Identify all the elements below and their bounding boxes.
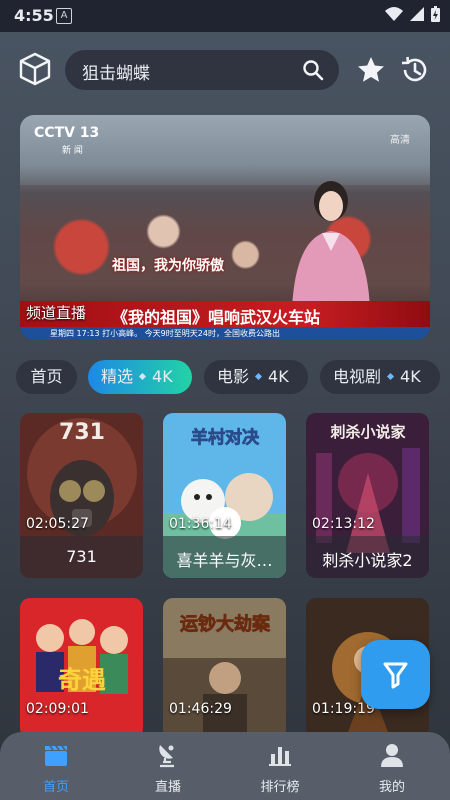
nav-label: 首页 — [42, 780, 69, 795]
poster-title-text: 羊村对决 — [191, 427, 260, 448]
search-bar[interactable]: 狙击蝴蝶 — [65, 50, 339, 90]
movie-card[interactable]: 羊村对决 01:36:14 喜羊羊与灰… — [163, 413, 286, 578]
person-icon — [381, 744, 403, 767]
nav-profile[interactable]: 我的 — [336, 732, 448, 800]
poster-image: 奇遇 — [20, 598, 143, 738]
duration-label: 01:36:14 — [169, 516, 232, 532]
tab-movies[interactable]: 电影 4K — [204, 360, 308, 394]
clapperboard-icon — [45, 745, 67, 766]
satellite-dish-icon — [159, 745, 174, 768]
status-bar: 4:55 A — [0, 0, 450, 32]
filter-icon — [383, 662, 408, 689]
status-time: 4:55 — [14, 6, 54, 25]
card-title: 731 — [66, 547, 97, 566]
history-icon[interactable] — [399, 54, 431, 86]
nav-label: 我的 — [378, 780, 405, 795]
duration-label: 02:05:27 — [26, 516, 89, 532]
tab-badge: 4K — [268, 367, 289, 386]
tab-featured[interactable]: 精选 4K — [88, 360, 192, 394]
movie-card[interactable]: 奇遇 02:09:01 — [20, 598, 143, 738]
filter-button[interactable] — [361, 640, 430, 709]
channel-logo: CCTV 13 — [34, 125, 100, 141]
tab-tv-series[interactable]: 电视剧 4K — [320, 360, 440, 394]
diamond-icon — [138, 372, 147, 381]
star-icon[interactable] — [356, 55, 386, 85]
nav-home[interactable]: 首页 — [0, 732, 112, 800]
category-tabs: 首页 精选 4K 电影 4K 电视剧 4K — [16, 360, 450, 394]
quality-badge: 高清 — [390, 135, 410, 146]
tab-label: 电影 — [217, 367, 250, 386]
nav-label: 直播 — [154, 780, 181, 795]
duration-label: 02:09:01 — [26, 701, 89, 717]
tab-badge: 4K — [152, 367, 173, 386]
notification-icon: A — [56, 8, 72, 24]
banner-headline: 《我的祖国》唱响武汉火车站 — [112, 308, 321, 327]
bottom-navigation: 首页 直播 排行榜 我的 — [0, 732, 450, 800]
poster-title-text: 刺杀小说家 — [330, 423, 405, 441]
nav-live[interactable]: 直播 — [112, 732, 224, 800]
search-input[interactable]: 狙击蝴蝶 — [82, 59, 150, 84]
nav-label: 排行榜 — [260, 780, 300, 795]
banner-label: 频道直播 — [26, 304, 87, 322]
search-icon[interactable] — [301, 58, 325, 82]
tab-badge: 4K — [400, 367, 421, 386]
news-ticker-text: 星期四 17:13 打小高峰。 今天9时至明天24时，全国收费公路出 — [50, 329, 280, 338]
poster-image: 运钞大劫案 — [163, 598, 286, 738]
tab-label: 首页 — [30, 367, 63, 386]
signal-icon — [410, 7, 424, 21]
tab-home[interactable]: 首页 — [16, 360, 77, 394]
poster-title-text: 奇遇 — [58, 666, 106, 694]
news-anchor-image — [292, 181, 370, 308]
nav-ranking[interactable]: 排行榜 — [224, 732, 336, 800]
diamond-icon — [254, 372, 263, 381]
duration-label: 02:13:12 — [312, 516, 375, 532]
poster-title-text: 731 — [59, 420, 105, 445]
channel-sublabel: 新 闻 — [62, 146, 83, 156]
banner-slogan: 祖国，我为你骄傲 — [112, 258, 224, 274]
tab-label: 电视剧 — [333, 367, 382, 386]
battery-icon — [431, 6, 440, 22]
duration-label: 01:46:29 — [169, 701, 232, 717]
card-title: 刺杀小说家2 — [322, 551, 413, 570]
bar-chart-icon — [269, 747, 291, 766]
diamond-icon — [386, 372, 395, 381]
status-icons — [385, 6, 440, 22]
movie-card[interactable]: 731 02:05:27 731 — [20, 413, 143, 578]
wifi-icon — [385, 7, 403, 21]
poster-title-text: 运钞大劫案 — [180, 613, 271, 635]
cube-logo-icon[interactable] — [18, 52, 52, 86]
movie-card[interactable]: 运钞大劫案 01:46:29 — [163, 598, 286, 738]
card-title: 喜羊羊与灰… — [176, 551, 273, 570]
live-banner[interactable]: CCTV 13 新 闻 高清 祖国，我为你骄傲 《我的祖国》唱响武汉火车站 星期… — [20, 115, 430, 340]
tab-label: 精选 — [101, 367, 134, 386]
top-bar: 狙击蝴蝶 — [0, 40, 450, 100]
movie-card[interactable]: 刺杀小说家 02:13:12 刺杀小说家2 — [306, 413, 429, 578]
